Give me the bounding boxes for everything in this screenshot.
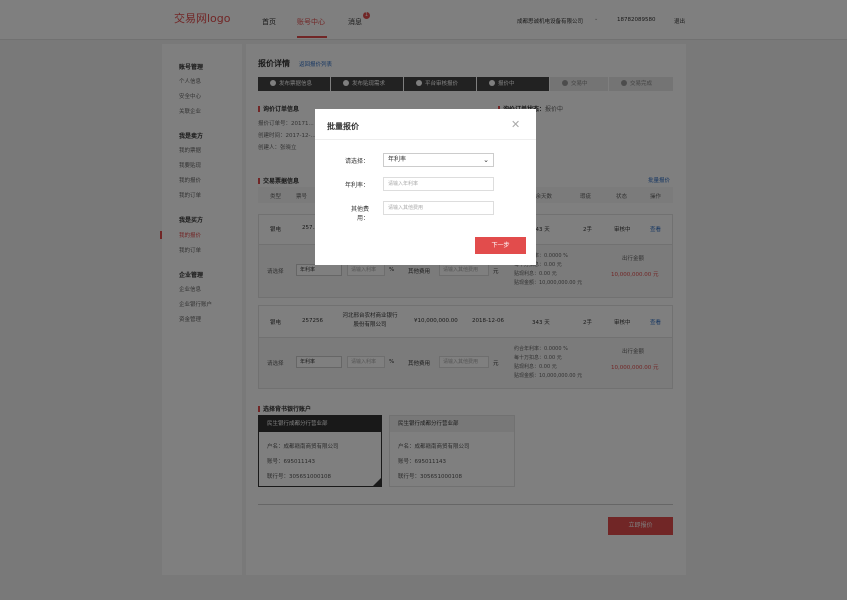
- modal-select-label: 请选择：: [345, 158, 370, 165]
- next-button[interactable]: 下一步: [475, 237, 526, 254]
- modal-select-value: 年利率: [388, 156, 407, 163]
- chevron-down-icon: ⌄: [483, 156, 489, 164]
- modal-overlay[interactable]: [0, 0, 847, 600]
- modal-rate-type-select[interactable]: 年利率 ⌄: [383, 153, 494, 167]
- modal-fee-label: 其他费用：: [350, 206, 369, 222]
- modal-rate-input[interactable]: 请输入年利率: [383, 177, 494, 191]
- close-icon[interactable]: ✕: [511, 119, 520, 130]
- modal-rate-label: 年利率：: [345, 182, 370, 189]
- modal-divider: [315, 139, 536, 140]
- modal-title: 批量报价: [327, 122, 359, 131]
- batch-quote-modal: 批量报价 ✕ 请选择： 年利率 ⌄ 年利率： 请输入年利率 其他费用： 请输入其他…: [315, 109, 536, 265]
- modal-fee-input[interactable]: 请输入其他费用: [383, 201, 494, 215]
